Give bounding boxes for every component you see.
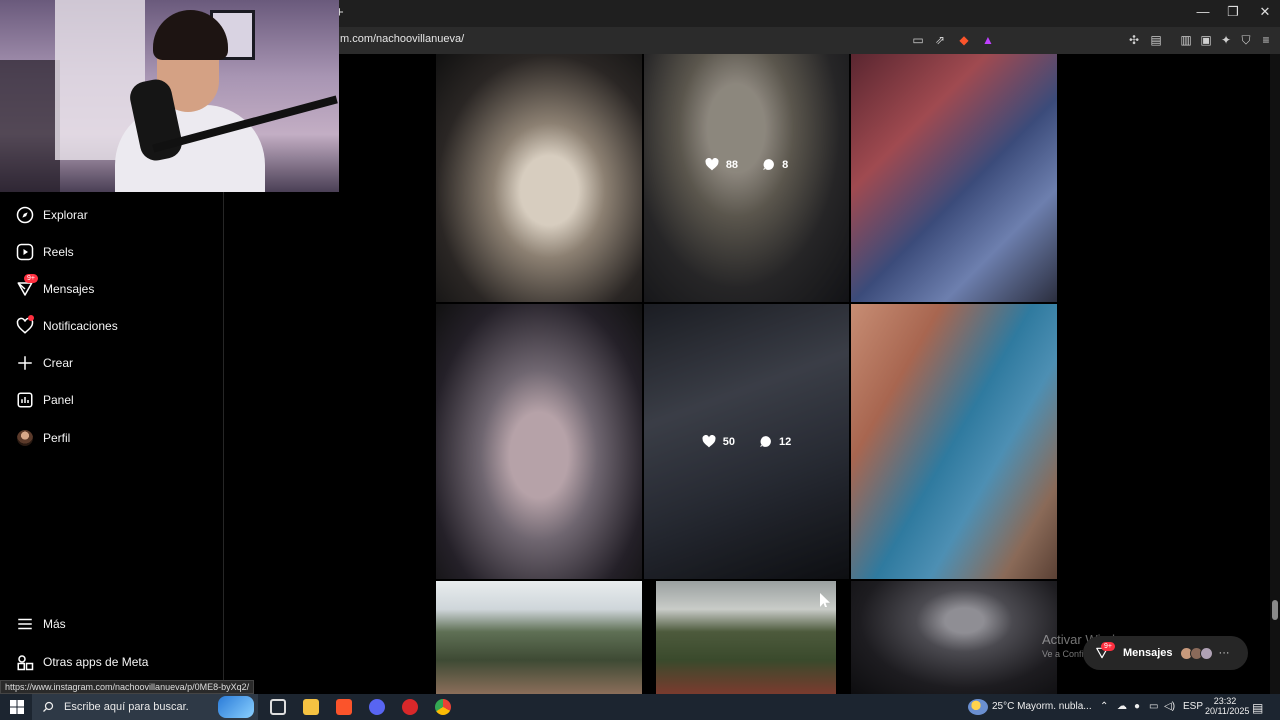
avatar: [16, 429, 34, 447]
onedrive-icon[interactable]: ☁: [1117, 701, 1127, 712]
address-bar[interactable]: m.com/nachoovillanueva/: [340, 33, 464, 45]
likes-count: 88: [725, 158, 739, 171]
nav-notificaciones[interactable]: Notificaciones: [0, 308, 222, 344]
post-thumbnail[interactable]: [436, 54, 642, 302]
search-highlight-icon[interactable]: [218, 696, 254, 718]
share-icon[interactable]: ⇗: [932, 32, 948, 48]
nav-label: Crear: [43, 356, 74, 370]
notification-dot: [28, 315, 34, 321]
nav-reels[interactable]: Reels: [0, 234, 222, 270]
post-thumbnail[interactable]: [851, 304, 1057, 579]
nav-mas[interactable]: Más: [0, 606, 222, 642]
comments-count: 8: [782, 158, 789, 171]
apps-icon: [16, 653, 34, 671]
nav-perfil[interactable]: Perfil: [0, 420, 222, 456]
menu-icon[interactable]: ≡: [1258, 32, 1274, 48]
post-thumbnail[interactable]: 88 8: [644, 54, 849, 302]
notification-badge: 9+: [24, 274, 38, 283]
post-stats: 88 8: [644, 158, 849, 171]
chrome-icon[interactable]: [435, 699, 451, 715]
status-bar-url: https://www.instagram.com/nachoovillanue…: [0, 680, 255, 694]
post-thumbnail[interactable]: [436, 581, 642, 694]
notifications-icon[interactable]: ▤: [1252, 701, 1263, 715]
post-thumbnail[interactable]: [656, 581, 836, 694]
file-explorer-icon[interactable]: [303, 699, 319, 715]
plus-icon: [16, 354, 34, 372]
comments-count: 12: [779, 435, 792, 448]
likes-count: 50: [722, 435, 735, 448]
brave-shield-icon[interactable]: ◆: [956, 32, 972, 48]
webcam-overlay: [0, 0, 339, 192]
microphone-icon[interactable]: ●: [1134, 701, 1140, 712]
network-icon[interactable]: ▭: [1149, 701, 1158, 712]
messages-pill[interactable]: 9+ Mensajes ···: [1083, 636, 1248, 670]
tab-search-icon[interactable]: ▤: [1148, 32, 1164, 48]
search-placeholder: Escribe aquí para buscar.: [64, 701, 189, 713]
nav-label: Reels: [43, 245, 74, 259]
messages-label: Mensajes: [1123, 647, 1173, 659]
nav-explorar[interactable]: Explorar: [0, 197, 222, 233]
search-icon: [43, 701, 54, 712]
nav-label: Otras apps de Meta: [43, 655, 149, 669]
post-stats: 50 12: [644, 435, 849, 448]
wallet-icon[interactable]: ▣: [1198, 32, 1214, 48]
leo-ai-icon[interactable]: ✦: [1218, 32, 1234, 48]
discord-icon[interactable]: [369, 699, 385, 715]
more-options-icon[interactable]: ···: [1219, 647, 1230, 659]
sidebar-toggle-icon[interactable]: ▥: [1178, 32, 1194, 48]
heart-icon: [702, 435, 716, 448]
nav-crear[interactable]: Crear: [0, 345, 222, 381]
extensions-icon[interactable]: ✣: [1126, 32, 1142, 48]
comment-icon: [763, 159, 774, 170]
avatar: [1199, 646, 1213, 660]
heart-icon: [16, 315, 34, 335]
nav-label: Panel: [43, 393, 74, 407]
screen: + — ❐ ✕ m.com/nachoovillanueva/ ▭ ⇗ ◆ ▲ …: [0, 0, 1280, 720]
windows-taskbar: Escribe aquí para buscar. 25°C Mayorm. n…: [0, 694, 1280, 720]
maximize-button[interactable]: ❐: [1218, 4, 1248, 20]
reels-icon: [16, 243, 34, 261]
post-thumbnail[interactable]: [436, 304, 642, 579]
scrollbar-thumb[interactable]: [1272, 600, 1278, 620]
vpn-icon[interactable]: ⛉: [1238, 32, 1254, 48]
brave-rewards-icon[interactable]: ▲: [980, 32, 996, 48]
nav-label: Más: [43, 617, 66, 631]
nav-otras-apps[interactable]: Otras apps de Meta: [0, 644, 222, 680]
nav-label: Perfil: [43, 431, 71, 445]
cast-icon[interactable]: ▭: [910, 32, 926, 48]
minimize-button[interactable]: —: [1188, 4, 1218, 19]
nav-panel[interactable]: Panel: [0, 382, 222, 418]
post-thumbnail[interactable]: [851, 54, 1057, 302]
windows-start-icon[interactable]: [10, 700, 24, 714]
obs-icon[interactable]: [402, 699, 418, 715]
compass-icon: [16, 206, 34, 224]
nav-label: Mensajes: [43, 282, 95, 296]
brave-browser-icon[interactable]: [336, 699, 352, 715]
language-indicator[interactable]: ESP: [1183, 701, 1203, 712]
page-scrollbar[interactable]: [1270, 54, 1280, 694]
post-thumbnail[interactable]: 50 12: [644, 304, 849, 579]
clock[interactable]: 23:32 20/11/2025: [1205, 696, 1250, 716]
nav-label: Notificaciones: [43, 319, 118, 333]
heart-icon: [705, 158, 719, 171]
chevron-up-icon[interactable]: ⌃: [1100, 701, 1108, 712]
clock-date: 20/11/2025: [1205, 706, 1250, 716]
close-window-button[interactable]: ✕: [1250, 4, 1280, 20]
weather-icon[interactable]: [968, 699, 988, 715]
comment-icon: [760, 436, 771, 447]
clock-time: 23:32: [1213, 696, 1237, 706]
messenger-icon: 9+: [16, 274, 38, 298]
nav-mensajes[interactable]: 9+ Mensajes: [0, 271, 222, 307]
chart-icon: [16, 391, 34, 409]
notification-badge: 9+: [1101, 642, 1115, 651]
volume-icon[interactable]: ◁): [1164, 701, 1175, 712]
weather-text[interactable]: 25°C Mayorm. nubla...: [992, 701, 1092, 712]
hamburger-icon: [16, 615, 34, 633]
post-thumbnail[interactable]: [851, 581, 1057, 694]
nav-label: Explorar: [43, 208, 88, 222]
task-view-icon[interactable]: [270, 699, 286, 715]
